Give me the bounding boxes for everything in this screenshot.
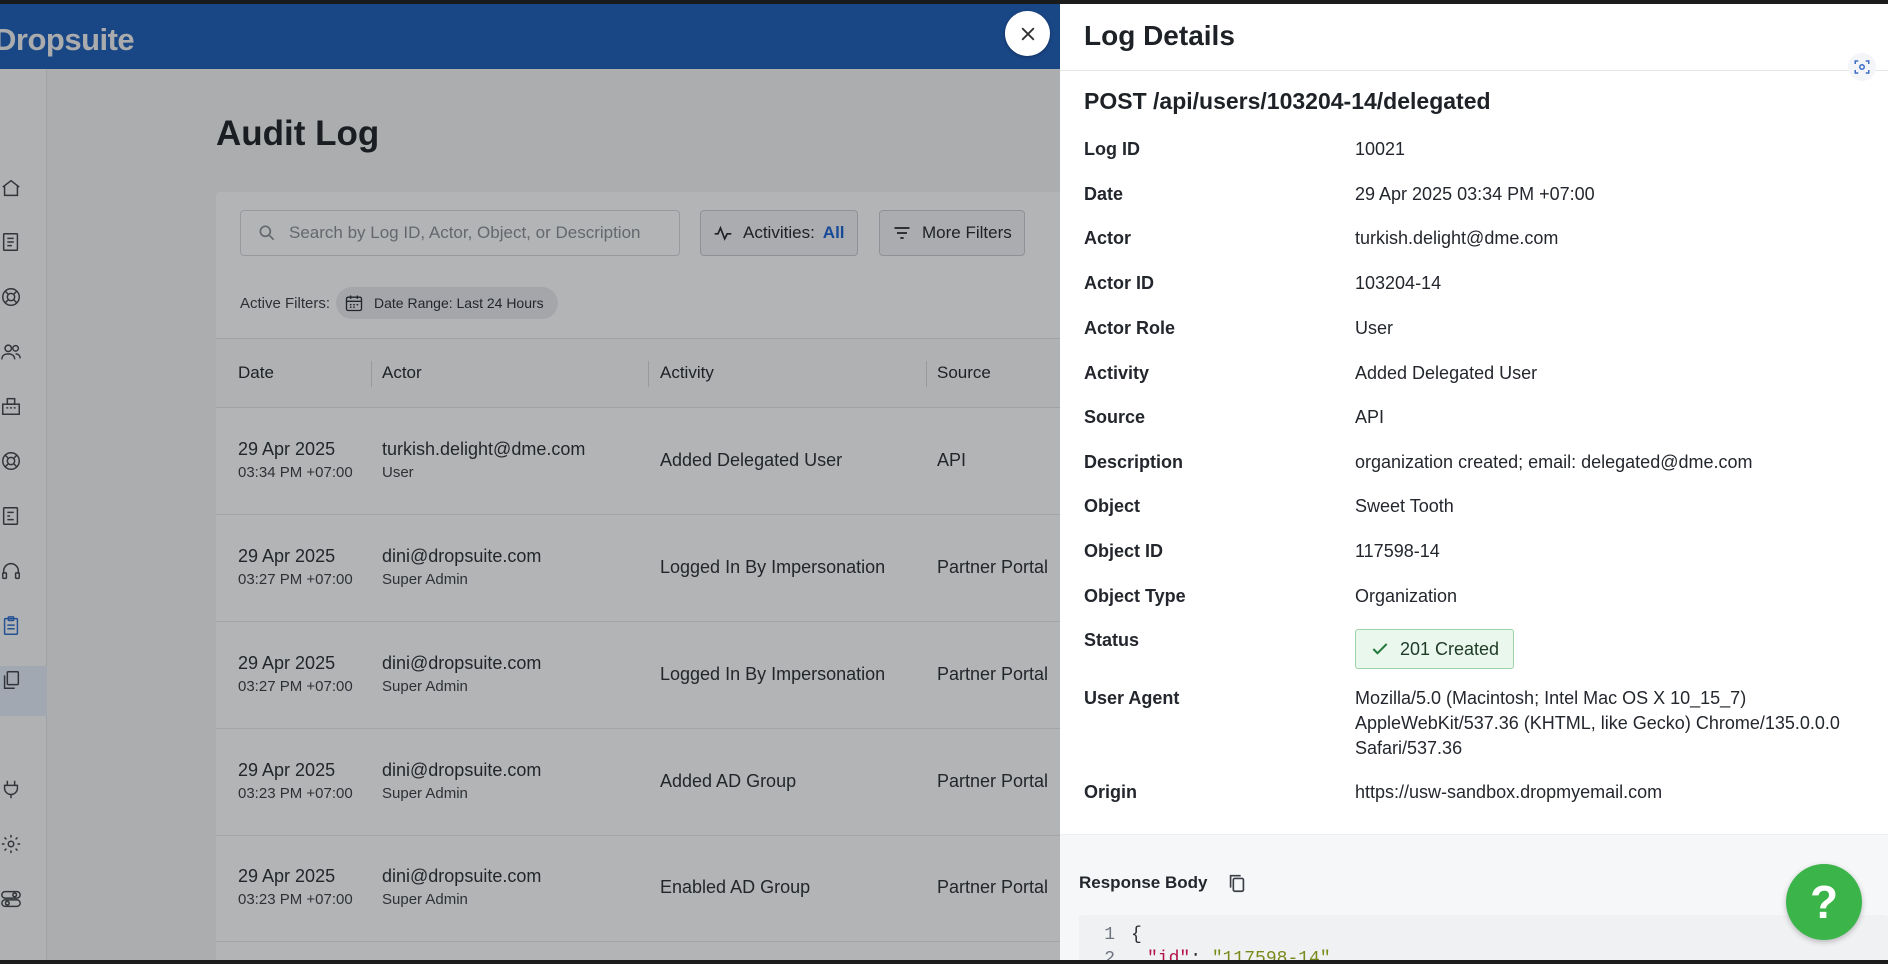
close-icon	[1021, 27, 1034, 40]
detail-value-actor-role: User	[1355, 318, 1394, 338]
detail-value-date: 29 Apr 2025 03:34 PM +07:00	[1355, 184, 1595, 204]
detail-label-actor: Actor	[1084, 228, 1132, 248]
detail-label-date: Date	[1084, 184, 1124, 204]
json-key: "id"	[1147, 949, 1191, 960]
request-endpoint: POST /api/users/103204-14/delegated	[1084, 88, 1491, 114]
response-body-section: Response Body 1 { 2 "id": "117598-14"	[1060, 834, 1888, 960]
detail-label-origin: Origin	[1084, 782, 1137, 802]
code-text: "id": "117598-14"	[1147, 949, 1331, 960]
close-drawer-button[interactable]	[1005, 11, 1050, 56]
drawer-title: Log Details	[1084, 20, 1235, 51]
detail-value-description: organization created; email: delegated@d…	[1355, 452, 1753, 472]
status-badge-label: 201 Created	[1400, 638, 1500, 659]
detail-label-actor-id: Actor ID	[1084, 273, 1155, 293]
detail-value-object-type: Organization	[1355, 586, 1458, 606]
drawer-header: Log Details	[1060, 4, 1888, 71]
detail-value-object: Sweet Tooth	[1355, 496, 1454, 516]
json-string: "117598-14"	[1211, 949, 1331, 960]
copy-icon[interactable]	[1226, 872, 1248, 894]
json-separator: :	[1190, 949, 1212, 960]
code-line: 2 "id": "117598-14"	[1079, 949, 1331, 960]
detail-label-description: Description	[1084, 452, 1184, 472]
code-text: {	[1131, 925, 1142, 945]
detail-value-actor-id: 103204-14	[1355, 273, 1442, 293]
detail-value-user-agent: Mozilla/5.0 (Macintosh; Intel Mac OS X 1…	[1355, 688, 1840, 758]
detail-label-user-agent: User Agent	[1084, 688, 1180, 708]
detail-value-actor: turkish.delight@dme.com	[1355, 228, 1559, 248]
help-button-label: ?	[1809, 876, 1839, 928]
detail-label-object-type: Object Type	[1084, 586, 1186, 606]
status-badge: 201 Created	[1355, 629, 1515, 669]
log-details-drawer: Log Details POST /api/users/103204-14/de…	[1060, 4, 1888, 960]
check-icon	[1372, 643, 1388, 655]
detail-value-log-id: 10021	[1355, 139, 1406, 159]
line-number: 2	[1104, 949, 1115, 960]
help-button[interactable]: ?	[1786, 864, 1862, 940]
line-number: 1	[1104, 925, 1115, 945]
detail-value-activity: Added Delegated User	[1355, 363, 1538, 383]
detail-label-object: Object	[1084, 496, 1141, 516]
detail-value-source: API	[1355, 407, 1385, 427]
detail-label-log-id: Log ID	[1084, 139, 1140, 159]
detail-label-activity: Activity	[1084, 363, 1150, 383]
response-body-code[interactable]: 1 { 2 "id": "117598-14"	[1079, 915, 1888, 960]
detail-value-origin: https://usw-sandbox.dropmyemail.com	[1355, 782, 1663, 802]
window-bottom-edge	[0, 960, 1888, 964]
detail-label-actor-role: Actor Role	[1084, 318, 1176, 338]
detail-label-object-id: Object ID	[1084, 541, 1164, 561]
screen-capture-icon[interactable]	[1848, 53, 1876, 81]
response-body-title: Response Body	[1079, 873, 1208, 892]
detail-value-object-id: 117598-14	[1355, 541, 1440, 561]
code-line: 1 {	[1079, 925, 1142, 949]
modal-overlay[interactable]	[0, 0, 1060, 964]
detail-label-status: Status	[1084, 630, 1140, 650]
detail-label-source: Source	[1084, 407, 1146, 427]
